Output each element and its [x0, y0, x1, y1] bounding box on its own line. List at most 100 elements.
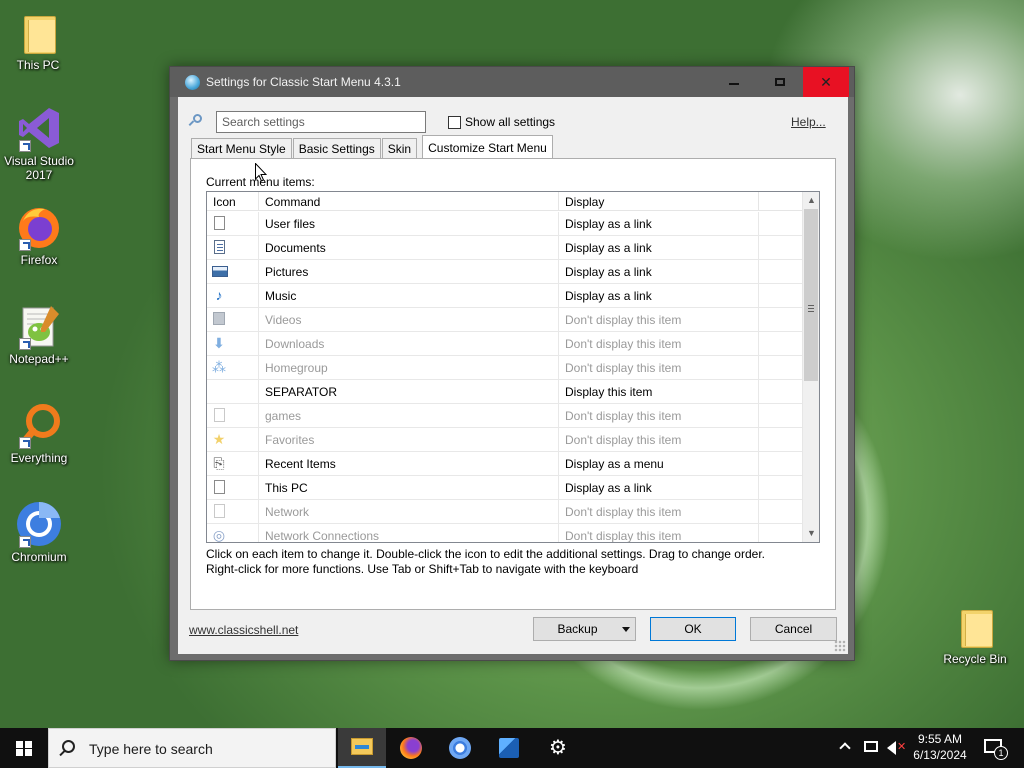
scrollbar-thumb[interactable]: [804, 209, 818, 381]
tab-basic-settings[interactable]: Basic Settings: [292, 138, 381, 158]
item-command[interactable]: Pictures: [259, 260, 559, 283]
star-icon[interactable]: ★: [212, 432, 226, 447]
item-command[interactable]: Videos: [259, 308, 559, 331]
list-item[interactable]: ◎ Network Connections Don't display this…: [207, 524, 803, 543]
item-display[interactable]: Display as a link: [559, 476, 759, 499]
desktop-icon-this-pc[interactable]: This PC: [0, 8, 76, 72]
taskbar-clock[interactable]: 9:55 AM 6/13/2024: [908, 731, 972, 763]
column-header-command[interactable]: Command: [259, 192, 559, 211]
desktop-icon-everything[interactable]: Everything: [1, 401, 77, 465]
desktop-icon-label: This PC: [16, 58, 60, 72]
recent-items-icon[interactable]: ⎘: [212, 456, 226, 471]
close-button[interactable]: ✕: [803, 67, 849, 97]
tab-skin[interactable]: Skin: [381, 138, 418, 158]
item-command[interactable]: This PC: [259, 476, 559, 499]
tab-start-menu-style[interactable]: Start Menu Style: [191, 138, 292, 158]
document-icon[interactable]: [214, 480, 225, 494]
taskbar-firefox[interactable]: [387, 728, 435, 768]
item-display[interactable]: Display as a link: [559, 212, 759, 235]
tab-customize-start-menu[interactable]: Customize Start Menu: [422, 135, 553, 158]
item-display[interactable]: Don't display this item: [559, 404, 759, 427]
item-command[interactable]: User files: [259, 212, 559, 235]
item-command[interactable]: Downloads: [259, 332, 559, 355]
item-display[interactable]: Display as a link: [559, 284, 759, 307]
item-display[interactable]: Display as a menu: [559, 452, 759, 475]
list-item[interactable]: Network Don't display this item: [207, 500, 803, 524]
cancel-button[interactable]: Cancel: [750, 617, 837, 641]
videos-icon[interactable]: [213, 312, 225, 325]
maximize-button[interactable]: [757, 67, 803, 97]
show-hidden-icons-button[interactable]: [838, 728, 856, 768]
taskbar-chromium[interactable]: [436, 728, 484, 768]
taskbar-file-explorer[interactable]: [338, 728, 386, 768]
column-header-display[interactable]: Display: [559, 192, 759, 211]
list-item[interactable]: ⎘ Recent Items Display as a menu: [207, 452, 803, 476]
list-item[interactable]: Pictures Display as a link: [207, 260, 803, 284]
document-icon[interactable]: [214, 216, 225, 230]
show-all-settings-checkbox[interactable]: Show all settings: [448, 115, 555, 129]
list-vertical-scrollbar[interactable]: ▲ ▼: [802, 192, 819, 542]
item-display[interactable]: Don't display this item: [559, 308, 759, 331]
desktop-icon-chromium[interactable]: Chromium: [1, 500, 77, 564]
list-item[interactable]: Videos Don't display this item: [207, 308, 803, 332]
list-item[interactable]: Documents Display as a link: [207, 236, 803, 260]
backup-button[interactable]: Backup: [533, 617, 636, 641]
list-item[interactable]: User files Display as a link: [207, 212, 803, 236]
start-button[interactable]: [0, 728, 48, 768]
item-display[interactable]: Don't display this item: [559, 524, 759, 542]
title-bar[interactable]: Settings for Classic Start Menu 4.3.1 ✕: [170, 67, 854, 97]
item-command[interactable]: Network Connections: [259, 524, 559, 542]
pictures-icon[interactable]: [212, 266, 228, 277]
item-display[interactable]: Don't display this item: [559, 332, 759, 355]
taskbar-settings[interactable]: ⚙: [534, 728, 582, 768]
desktop-icon-visual-studio[interactable]: Visual Studio 2017: [1, 104, 77, 182]
scroll-down-arrow-icon[interactable]: ▼: [803, 525, 819, 542]
homegroup-icon[interactable]: ⁂: [212, 360, 226, 375]
documents-icon[interactable]: [214, 240, 225, 254]
item-display[interactable]: Don't display this item: [559, 356, 759, 379]
list-item[interactable]: games Don't display this item: [207, 404, 803, 428]
item-display[interactable]: Don't display this item: [559, 428, 759, 451]
desktop-icon-notepadpp[interactable]: Notepad++: [1, 302, 77, 366]
list-item[interactable]: ⬇ Downloads Don't display this item: [207, 332, 803, 356]
item-display[interactable]: Display as a link: [559, 236, 759, 259]
network-tray-button[interactable]: [862, 728, 880, 768]
item-command[interactable]: Documents: [259, 236, 559, 259]
document-icon[interactable]: [214, 504, 225, 518]
action-center-button[interactable]: 1: [978, 728, 1012, 768]
checkbox-box[interactable]: [448, 115, 461, 129]
list-item[interactable]: ★ Favorites Don't display this item: [207, 428, 803, 452]
music-note-icon[interactable]: ♪: [212, 288, 226, 303]
document-icon[interactable]: [214, 408, 225, 422]
list-item[interactable]: SEPARATOR Display this item: [207, 380, 803, 404]
volume-tray-button[interactable]: ✕: [885, 728, 907, 768]
item-command[interactable]: Network: [259, 500, 559, 523]
ok-button[interactable]: OK: [650, 617, 736, 641]
taskbar-photos[interactable]: [485, 728, 533, 768]
help-link[interactable]: Help...: [791, 115, 826, 129]
taskbar-search-box[interactable]: Type here to search: [48, 728, 336, 768]
desktop-icon-recycle-bin[interactable]: Recycle Bin: [937, 602, 1013, 666]
item-command[interactable]: games: [259, 404, 559, 427]
item-command[interactable]: Favorites: [259, 428, 559, 451]
item-command[interactable]: Homegroup: [259, 356, 559, 379]
downloads-arrow-icon[interactable]: ⬇: [212, 336, 226, 351]
classicshell-website-link[interactable]: www.classicshell.net: [189, 623, 298, 637]
item-display[interactable]: Don't display this item: [559, 500, 759, 523]
item-display[interactable]: Display as a link: [559, 260, 759, 283]
list-item[interactable]: ⁂ Homegroup Don't display this item: [207, 356, 803, 380]
item-command[interactable]: Recent Items: [259, 452, 559, 475]
column-header-icon[interactable]: Icon: [207, 192, 259, 211]
list-item[interactable]: This PC Display as a link: [207, 476, 803, 500]
network-connections-icon[interactable]: ◎: [212, 528, 226, 543]
search-settings-input[interactable]: [216, 111, 426, 133]
minimize-button[interactable]: [711, 67, 757, 97]
scroll-up-arrow-icon[interactable]: ▲: [803, 192, 819, 209]
item-display[interactable]: Display this item: [559, 380, 759, 403]
desktop-icon-firefox[interactable]: Firefox: [1, 203, 77, 267]
resize-grip-icon[interactable]: [834, 640, 846, 652]
list-item[interactable]: ♪ Music Display as a link: [207, 284, 803, 308]
menu-items-list[interactable]: Icon Command Display User files Display …: [206, 191, 820, 543]
item-command[interactable]: Music: [259, 284, 559, 307]
item-command[interactable]: SEPARATOR: [259, 380, 559, 403]
